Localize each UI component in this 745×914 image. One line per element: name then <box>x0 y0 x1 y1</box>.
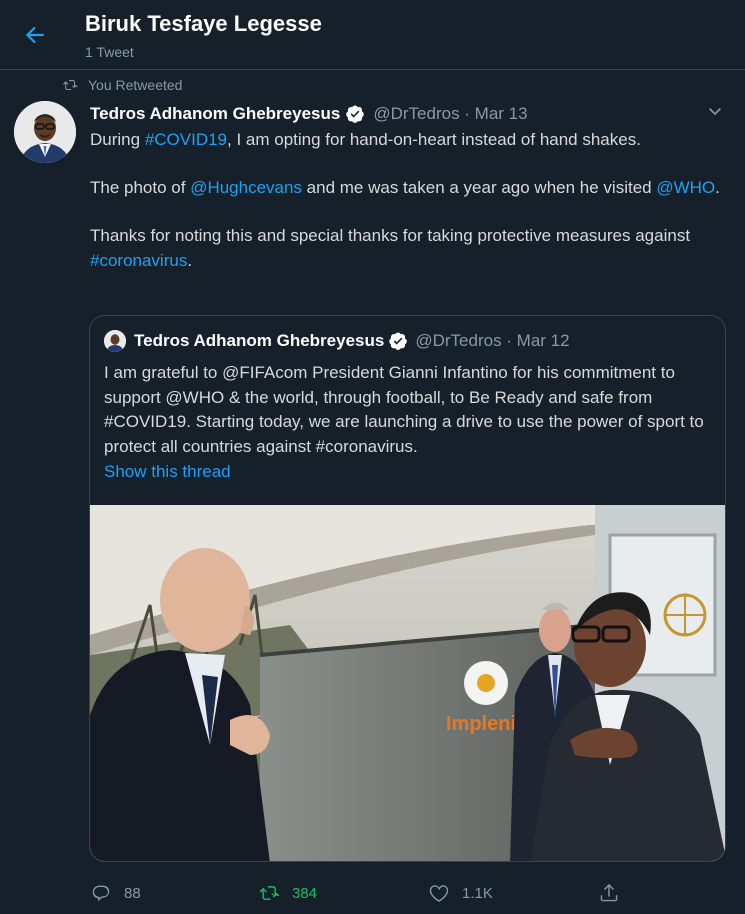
retweet-context: You Retweeted <box>62 75 182 95</box>
tweet-paragraph: Thanks for noting this and special thank… <box>90 226 691 270</box>
verified-badge-icon <box>346 105 365 123</box>
tweet-author-row: Tedros Adhanom Ghebreyesus @DrTedros · M… <box>90 103 528 125</box>
retweet-count: 384 <box>292 884 318 902</box>
author-avatar[interactable] <box>14 101 76 163</box>
quoted-tweet-photo[interactable]: Implenia <box>90 505 726 862</box>
reply-count: 88 <box>124 884 141 902</box>
quoted-tweet-text: I am grateful to @FIFAcom President Gian… <box>104 363 704 456</box>
quoted-tweet-card[interactable]: Tedros Adhanom Ghebreyesus @DrTedros · M… <box>89 315 726 862</box>
retweet-icon <box>63 80 78 90</box>
quoted-handle-date: @DrTedros · Mar 12 <box>415 331 570 350</box>
header: Biruk Tesfaye Legesse 1 Tweet <box>0 0 745 70</box>
retweet-action[interactable]: 384 <box>258 876 317 910</box>
hashtag-link[interactable]: #coronavirus <box>90 251 187 270</box>
show-thread-link[interactable]: Show this thread <box>104 462 231 482</box>
tweet-paragraph: During #COVID19, I am opting for hand-on… <box>90 130 641 149</box>
mention-link[interactable]: @Hughcevans <box>190 178 302 197</box>
author-handle-date: @DrTedros · Mar 13 <box>373 104 528 123</box>
quoted-author-name: Tedros Adhanom Ghebreyesus <box>134 331 385 350</box>
share-action[interactable] <box>598 876 620 910</box>
reply-icon[interactable] <box>90 882 112 904</box>
profile-name-title: Biruk Tesfaye Legesse <box>85 11 322 36</box>
retweet-icon[interactable] <box>258 882 280 904</box>
tweet-count: 1 Tweet <box>85 44 134 60</box>
back-arrow-icon[interactable] <box>22 22 48 48</box>
quoted-author-row: Tedros Adhanom Ghebreyesus @DrTedros · M… <box>104 329 570 353</box>
quoted-author-avatar <box>104 330 126 352</box>
tweet-actions-bar: 88 384 1.1K <box>0 876 745 910</box>
chevron-down-icon[interactable] <box>704 101 726 123</box>
share-icon[interactable] <box>598 882 620 904</box>
like-count: 1.1K <box>462 884 493 902</box>
hashtag-link[interactable]: #COVID19 <box>145 130 227 149</box>
reply-action[interactable]: 88 <box>90 876 141 910</box>
retweeted-label: You Retweeted <box>88 77 183 93</box>
like-action[interactable]: 1.1K <box>428 876 493 910</box>
verified-badge-icon <box>389 332 408 350</box>
author-name[interactable]: Tedros Adhanom Ghebreyesus <box>90 104 340 124</box>
mention-link[interactable]: @WHO <box>656 178 715 197</box>
tweet-body: During #COVID19, I am opting for hand-on… <box>90 127 730 296</box>
heart-icon[interactable] <box>428 882 450 904</box>
tweet-paragraph: The photo of @Hughcevans and me was take… <box>90 178 720 197</box>
